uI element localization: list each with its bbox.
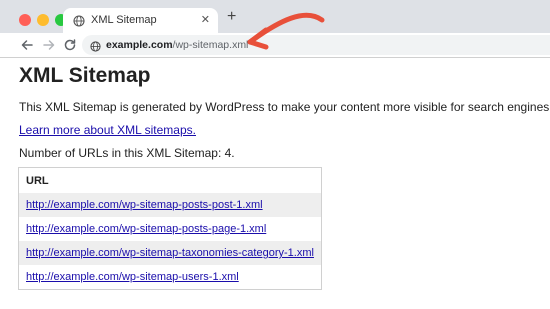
- sitemap-table: URL http://example.com/wp-sitemap-posts-…: [18, 167, 322, 290]
- globe-icon: [73, 14, 85, 32]
- table-cell: http://example.com/wp-sitemap-users-1.xm…: [19, 265, 322, 290]
- table-row: http://example.com/wp-sitemap-taxonomies…: [18, 241, 322, 265]
- table-cell: http://example.com/wp-sitemap-taxonomies…: [18, 241, 322, 265]
- table-row: http://example.com/wp-sitemap-posts-page…: [19, 217, 322, 241]
- table-row: http://example.com/wp-sitemap-posts-post…: [18, 193, 322, 217]
- url-count-text: Number of URLs in this XML Sitemap: 4.: [19, 146, 235, 160]
- forward-arrow-icon[interactable]: [42, 38, 56, 52]
- browser-toolbar: example.com/wp-sitemap.xml: [0, 33, 550, 58]
- tab-strip: XML Sitemap ✕ +: [0, 0, 550, 34]
- url-path: /wp-sitemap.xml: [172, 39, 249, 51]
- address-bar[interactable]: example.com/wp-sitemap.xml: [82, 35, 550, 55]
- table-header-row: URL: [19, 168, 322, 194]
- site-info-icon[interactable]: [90, 39, 101, 57]
- browser-window: XML Sitemap ✕ + example.com/wp-sitemap.x…: [0, 0, 550, 309]
- page-content: XML Sitemap This XML Sitemap is generate…: [0, 58, 550, 309]
- new-tab-button[interactable]: +: [227, 9, 236, 25]
- table-row: http://example.com/wp-sitemap-users-1.xm…: [19, 265, 322, 290]
- sitemap-link[interactable]: http://example.com/wp-sitemap-posts-page…: [26, 223, 266, 235]
- sitemap-link[interactable]: http://example.com/wp-sitemap-users-1.xm…: [26, 271, 239, 283]
- sitemap-link[interactable]: http://example.com/wp-sitemap-posts-post…: [26, 199, 263, 211]
- back-arrow-icon[interactable]: [20, 38, 34, 52]
- url-column-header: URL: [26, 174, 49, 187]
- tab-title: XML Sitemap: [91, 14, 157, 26]
- table-cell: http://example.com/wp-sitemap-posts-post…: [18, 193, 322, 217]
- sitemap-link[interactable]: http://example.com/wp-sitemap-taxonomies…: [26, 247, 314, 259]
- learn-more-link[interactable]: Learn more about XML sitemaps.: [19, 123, 196, 137]
- intro-text: This XML Sitemap is generated by WordPre…: [19, 100, 550, 114]
- url-text: example.com/wp-sitemap.xml: [106, 39, 248, 51]
- close-tab-icon[interactable]: ✕: [201, 14, 210, 26]
- close-window-button[interactable]: [19, 14, 31, 26]
- table-cell: http://example.com/wp-sitemap-posts-page…: [19, 217, 322, 241]
- tab-xml-sitemap[interactable]: XML Sitemap ✕: [63, 8, 218, 34]
- page-title: XML Sitemap: [19, 64, 151, 87]
- reload-icon[interactable]: [63, 38, 77, 52]
- minimize-window-button[interactable]: [37, 14, 49, 26]
- url-host: example.com: [106, 39, 173, 51]
